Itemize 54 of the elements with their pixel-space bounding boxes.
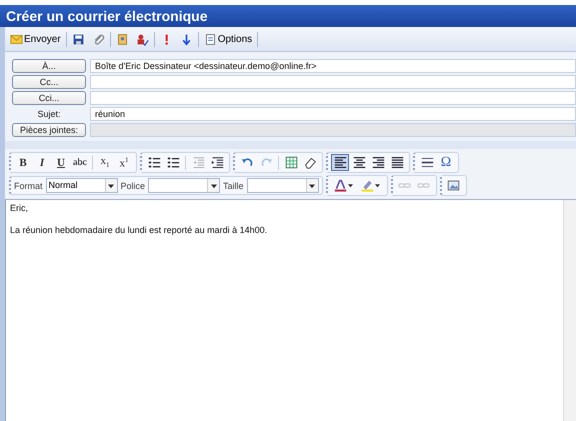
indent-icon	[210, 156, 224, 169]
toolbar-button[interactable]: Envoyer	[8, 32, 63, 46]
outdent-icon	[192, 156, 204, 169]
format-button[interactable]: U	[52, 154, 70, 171]
eraser-icon	[304, 156, 316, 169]
numbered-list-icon	[148, 156, 160, 169]
image-icon	[447, 179, 460, 192]
dropdown-label: Taille	[223, 180, 244, 190]
input-field[interactable]	[90, 75, 576, 89]
caret-icon	[348, 183, 354, 188]
text-color-icon	[334, 179, 348, 192]
window-title: Créer un courrier électronique	[0, 5, 576, 27]
document-icon	[204, 32, 217, 46]
format-button[interactable]: Ω	[437, 154, 455, 171]
format-button[interactable]: x$^{1}$	[115, 154, 133, 171]
paragraph: Eric,	[10, 203, 29, 213]
align-left-button[interactable]	[331, 154, 349, 171]
highlighter-icon	[361, 179, 374, 192]
align-left-icon	[334, 156, 346, 169]
caret-icon	[108, 182, 114, 188]
recipient-button[interactable]: Pièces jointes:	[12, 123, 86, 137]
recipient-button[interactable]: Cc...	[12, 75, 86, 89]
message-body[interactable]: Eric, La réunion hebdomadaire du lundi est reporté au mardi à 14h00.	[5, 200, 576, 421]
input-field[interactable]: réunion	[90, 107, 576, 121]
caret-icon	[375, 183, 380, 188]
toolbar-button[interactable]: Options	[202, 32, 254, 46]
dropdown-label: Police	[120, 180, 146, 190]
recipient-button[interactable]: Cci...	[12, 91, 86, 105]
justify-icon	[390, 156, 404, 169]
align-right-icon	[372, 156, 384, 169]
format-button[interactable]: B	[14, 154, 32, 171]
caret-icon	[309, 182, 316, 188]
format-button[interactable]: I	[33, 154, 51, 171]
paragraph: La réunion hebdomadaire du lundi est reporté au mardi à 14h00.	[10, 225, 268, 235]
down-arrow-icon	[180, 32, 193, 46]
table-icon	[284, 156, 298, 169]
input-field[interactable]	[90, 91, 576, 105]
envelope-icon	[10, 32, 23, 46]
undo-icon	[240, 156, 254, 169]
bullet-list-icon	[166, 156, 180, 169]
dropdown[interactable]: Normal	[46, 178, 118, 193]
person-check-icon	[136, 32, 149, 46]
caret-icon	[210, 182, 217, 188]
scrollbar[interactable]	[563, 200, 576, 421]
horizontal-rule-icon	[420, 156, 434, 169]
address-book-icon	[116, 32, 129, 46]
format-button[interactable]: x$_{1}$	[96, 154, 114, 171]
input-field[interactable]	[90, 123, 576, 137]
dropdown-label: Format	[14, 180, 43, 190]
input-field[interactable]: Boîte d'Eric Dessinateur <dessinateur.demo@online.fr>	[90, 59, 576, 73]
recipient-button[interactable]: À...	[12, 59, 86, 73]
align-center-icon	[352, 156, 366, 169]
field-label: Sujet:	[36, 108, 62, 121]
redo-icon	[260, 156, 272, 169]
